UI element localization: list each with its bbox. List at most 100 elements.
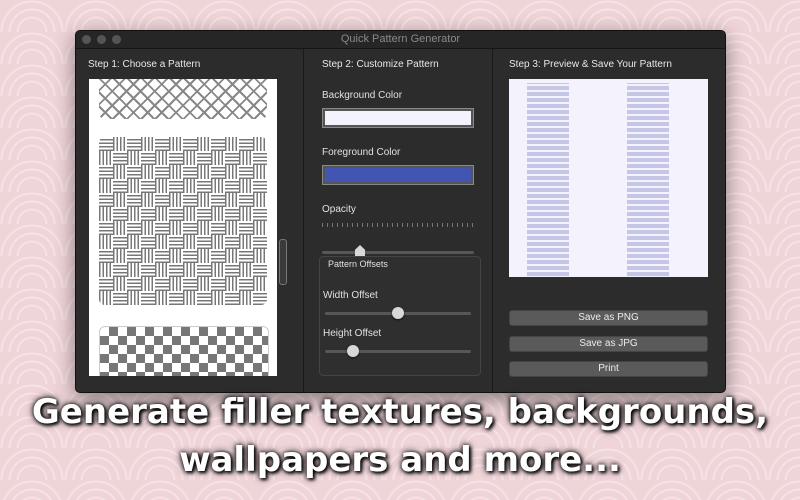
weave-cell [253, 207, 267, 221]
weave-cell [183, 179, 197, 193]
weave-cell [197, 151, 211, 165]
weave-cell [225, 207, 239, 221]
weave-cell [253, 263, 267, 277]
background-color-label: Background Color [322, 90, 403, 101]
width-offset-slider[interactable] [325, 307, 471, 319]
weave-cell [253, 277, 267, 291]
weave-cell [127, 179, 141, 193]
weave-cell [155, 165, 169, 179]
pattern-offsets-title: Pattern Offsets [328, 259, 388, 269]
weave-cell [113, 277, 127, 291]
background-color-swatch [325, 111, 471, 125]
pattern-basket-weave[interactable] [99, 137, 267, 305]
weave-cell [155, 179, 169, 193]
weave-cell [155, 221, 169, 235]
weave-cell [211, 263, 225, 277]
weave-cell [211, 137, 225, 151]
weave-cell [225, 193, 239, 207]
height-offset-slider[interactable] [325, 345, 471, 357]
weave-cell [211, 235, 225, 249]
weave-cell [225, 249, 239, 263]
weave-cell [211, 291, 225, 305]
weave-cell [155, 277, 169, 291]
weave-cell [141, 221, 155, 235]
weave-cell [211, 249, 225, 263]
weave-cell [239, 291, 253, 305]
foreground-color-label: Foreground Color [322, 147, 401, 158]
weave-cell [169, 179, 183, 193]
weave-cell [253, 221, 267, 235]
weave-cell [113, 249, 127, 263]
weave-cell [253, 151, 267, 165]
weave-cell [99, 207, 113, 221]
weave-cell [99, 291, 113, 305]
weave-cell [155, 291, 169, 305]
weave-cell [197, 263, 211, 277]
weave-cell [141, 207, 155, 221]
weave-cell [169, 277, 183, 291]
weave-cell [155, 207, 169, 221]
save-png-button[interactable]: Save as PNG [509, 310, 708, 326]
weave-cell [141, 137, 155, 151]
step3-label: Step 3: Preview & Save Your Pattern [509, 59, 672, 70]
weave-cell [99, 277, 113, 291]
weave-cell [183, 165, 197, 179]
weave-cell [127, 165, 141, 179]
weave-cell [169, 263, 183, 277]
pattern-checker-squares[interactable] [99, 326, 269, 376]
weave-cell [113, 263, 127, 277]
customize-pane: Step 2: Customize Pattern Background Col… [303, 49, 493, 392]
weave-cell [127, 263, 141, 277]
foreground-color-well[interactable] [322, 165, 474, 185]
preview-pattern-column [527, 83, 569, 277]
save-jpg-button[interactable]: Save as JPG [509, 336, 708, 352]
weave-cell [99, 165, 113, 179]
weave-cell [211, 277, 225, 291]
weave-cell [155, 249, 169, 263]
width-offset-knob[interactable] [392, 307, 404, 319]
weave-cell [155, 193, 169, 207]
weave-cell [99, 137, 113, 151]
weave-cell [253, 179, 267, 193]
pattern-list[interactable] [89, 79, 277, 376]
preview-pattern-column [627, 83, 669, 277]
weave-cell [127, 221, 141, 235]
weave-cell [239, 165, 253, 179]
weave-cell [141, 277, 155, 291]
pattern-diamond-lattice[interactable] [99, 79, 267, 119]
weave-cell [99, 235, 113, 249]
opacity-ticks [322, 223, 474, 227]
print-button[interactable]: Print [509, 361, 708, 377]
weave-cell [169, 137, 183, 151]
weave-cell [127, 151, 141, 165]
weave-cell [239, 263, 253, 277]
height-offset-knob[interactable] [346, 345, 359, 357]
weave-cell [127, 291, 141, 305]
weave-cell [225, 235, 239, 249]
weave-cell [141, 179, 155, 193]
weave-cell [155, 235, 169, 249]
weave-cell [183, 263, 197, 277]
weave-cell [141, 151, 155, 165]
weave-cell [155, 151, 169, 165]
opacity-label: Opacity [322, 204, 356, 215]
weave-cell [239, 277, 253, 291]
weave-cell [197, 165, 211, 179]
weave-cell [169, 221, 183, 235]
weave-cell [183, 221, 197, 235]
weave-cell [197, 137, 211, 151]
pattern-list-scrollbar[interactable] [279, 239, 287, 285]
title-bar: Quick Pattern Generator [76, 31, 725, 49]
weave-cell [169, 207, 183, 221]
weave-cell [253, 235, 267, 249]
opacity-slider[interactable] [322, 223, 474, 257]
weave-cell [197, 291, 211, 305]
weave-cell [211, 165, 225, 179]
background-color-well[interactable] [322, 108, 474, 128]
window-title: Quick Pattern Generator [340, 33, 461, 45]
weave-cell [127, 249, 141, 263]
weave-cell [183, 249, 197, 263]
weave-cell [197, 249, 211, 263]
weave-cell [99, 221, 113, 235]
weave-cell [155, 137, 169, 151]
